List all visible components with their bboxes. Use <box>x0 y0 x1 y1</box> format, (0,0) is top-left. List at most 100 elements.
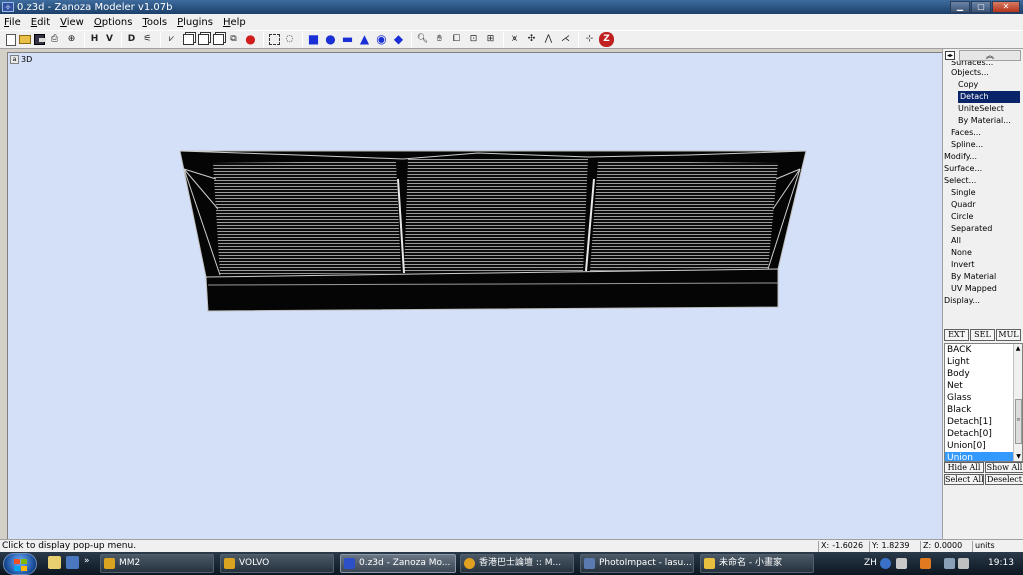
task-zanoza[interactable]: 0.z3d - Zanoza Mo... <box>340 554 456 573</box>
layer-list[interactable]: BACK Light Body Net Glass Black Detach[1] Detac… <box>944 343 1023 462</box>
circle-select-icon[interactable]: ◌ <box>282 32 297 47</box>
start-button[interactable] <box>3 553 37 575</box>
zanoza-logo-icon[interactable]: Z <box>599 32 614 47</box>
task-paint[interactable]: 未命名 - 小畫家 <box>700 554 814 573</box>
task-volvo[interactable]: VOLVO <box>220 554 334 573</box>
menu-file[interactable]: File <box>3 17 22 28</box>
scroll-thumb[interactable]: ≡ <box>1015 399 1022 444</box>
zoom-extents-icon[interactable]: ⧠ <box>449 32 464 47</box>
import-icon[interactable]: ⊕ <box>64 32 79 47</box>
view-v-button[interactable]: V <box>103 32 116 47</box>
scroll-down-icon[interactable]: ▼ <box>1014 452 1022 461</box>
tree-item-faces[interactable]: Faces... <box>943 127 1023 139</box>
bus-rear-model[interactable] <box>178 149 808 313</box>
torus-primitive-icon[interactable]: ◉ <box>374 32 389 47</box>
fold-tool-icon[interactable]: ⋀ <box>541 32 556 47</box>
view-h-button[interactable]: H <box>88 32 101 47</box>
save-icon[interactable] <box>34 34 46 45</box>
mode-mul-button[interactable]: MUL <box>996 329 1021 341</box>
tree-item-uniteselect[interactable]: UniteSelect <box>943 103 1023 115</box>
tree-item-all[interactable]: All <box>943 235 1023 247</box>
quicklaunch-desktop-icon[interactable] <box>66 556 79 569</box>
mode-ext-button[interactable]: EXT <box>944 329 969 341</box>
tree-item-invert[interactable]: Invert <box>943 259 1023 271</box>
panel-toggle-icon[interactable]: ◂▸ <box>945 51 955 60</box>
grid-tool-icon[interactable]: ⊹ <box>582 32 597 47</box>
vertex-tool-icon[interactable]: ⩗ <box>164 32 179 47</box>
menu-plugins[interactable]: Plugins <box>176 17 214 28</box>
cube-top-icon[interactable] <box>213 34 224 45</box>
tree-item-separated[interactable]: Separated <box>943 223 1023 235</box>
layer-item[interactable]: Detach[0] <box>945 428 1015 440</box>
close-button[interactable]: ✕ <box>992 1 1020 13</box>
scroll-up-icon[interactable]: ▲ <box>1014 344 1022 353</box>
new-file-icon[interactable] <box>6 33 16 46</box>
viewport-menu-icon[interactable]: a <box>10 55 19 64</box>
layer-item[interactable]: Glass <box>945 392 1015 404</box>
panel-collapse-button[interactable]: ︽ <box>959 50 1021 61</box>
clock[interactable]: 19:13 <box>988 554 1014 573</box>
mirror-icon[interactable]: ⚟ <box>140 32 155 47</box>
split-tool-icon[interactable]: ⩙ <box>507 32 522 47</box>
cross-tool-icon[interactable]: ✣ <box>524 32 539 47</box>
layer-item[interactable]: BACK <box>945 344 1015 356</box>
minimize-button[interactable]: ▁ <box>950 1 970 13</box>
zoom-icon[interactable]: 🔍︎ <box>415 32 430 47</box>
tree-item-single[interactable]: Single <box>943 187 1023 199</box>
menu-tools[interactable]: Tools <box>141 17 168 28</box>
tree-item-objects[interactable]: Objects... <box>943 67 1023 79</box>
tree-item-by-material[interactable]: By Material <box>943 271 1023 283</box>
layer-item[interactable]: Light <box>945 356 1015 368</box>
task-photoimpact[interactable]: PhotoImpact - lasu... <box>580 554 694 573</box>
task-mm2[interactable]: MM2 <box>100 554 214 573</box>
show-all-button[interactable]: Show All <box>985 462 1023 473</box>
mode-sel-button[interactable]: SEL <box>970 329 995 341</box>
tree-item-quadr[interactable]: Quadr <box>943 199 1023 211</box>
tree-item-detach[interactable]: Detach <box>943 91 1023 103</box>
menu-help[interactable]: Help <box>222 17 247 28</box>
layer-item[interactable]: Black <box>945 404 1015 416</box>
layer-item[interactable]: Net <box>945 380 1015 392</box>
open-folder-icon[interactable] <box>19 35 31 44</box>
camera-icon[interactable]: ⊞ <box>483 32 498 47</box>
tree-item-display[interactable]: Display... <box>943 295 1023 307</box>
hide-all-button[interactable]: Hide All <box>944 462 984 473</box>
cube-wire-icon[interactable]: ⧉ <box>226 32 241 47</box>
layer-item[interactable]: Detach[1] <box>945 416 1015 428</box>
ime-options-icon[interactable] <box>896 558 907 569</box>
deselect-button[interactable]: Deselect <box>985 474 1023 485</box>
tree-item-uv-mapped[interactable]: UV Mapped <box>943 283 1023 295</box>
tree-item-surface[interactable]: Surface... <box>943 163 1023 175</box>
bend-tool-icon[interactable]: ⋌ <box>558 32 573 47</box>
network-icon[interactable] <box>944 558 955 569</box>
cone-primitive-icon[interactable]: ▲ <box>357 32 372 47</box>
render-sphere-icon[interactable]: ● <box>243 32 258 47</box>
view-d-button[interactable]: D <box>125 32 138 47</box>
rect-select-icon[interactable] <box>269 34 280 45</box>
sphere-primitive-icon[interactable]: ● <box>323 32 338 47</box>
layer-list-scrollbar[interactable]: ▲ ≡ ▼ <box>1013 344 1022 461</box>
tree-item-modify[interactable]: Modify... <box>943 151 1023 163</box>
layer-item[interactable]: Body <box>945 368 1015 380</box>
tree-item-spline[interactable]: Spline... <box>943 139 1023 151</box>
tray-app-icon[interactable] <box>920 558 931 569</box>
language-indicator[interactable]: ZH <box>864 554 877 573</box>
menu-view[interactable]: View <box>59 17 85 28</box>
tree-item-none[interactable]: None <box>943 247 1023 259</box>
menu-options[interactable]: Options <box>93 17 134 28</box>
help-icon[interactable] <box>880 558 891 569</box>
viewport-3d[interactable]: a 3D <box>7 52 942 539</box>
cube-front-icon[interactable] <box>183 34 194 45</box>
layer-item[interactable]: Union <box>945 452 1015 461</box>
disc-primitive-icon[interactable]: ◆ <box>391 32 406 47</box>
volume-icon[interactable] <box>958 558 969 569</box>
quicklaunch-explorer-icon[interactable] <box>48 556 61 569</box>
save-as-icon[interactable]: ⎙ <box>47 32 62 47</box>
app-icon[interactable]: ✧ <box>2 2 14 12</box>
maximize-button[interactable]: ▢ <box>971 1 991 13</box>
tree-item-copy[interactable]: Copy <box>943 79 1023 91</box>
box-primitive-icon[interactable]: ■ <box>306 32 321 47</box>
select-all-button[interactable]: Select All <box>944 474 984 485</box>
menu-edit[interactable]: Edit <box>30 17 51 28</box>
quicklaunch-more-icon[interactable]: » <box>84 556 97 569</box>
